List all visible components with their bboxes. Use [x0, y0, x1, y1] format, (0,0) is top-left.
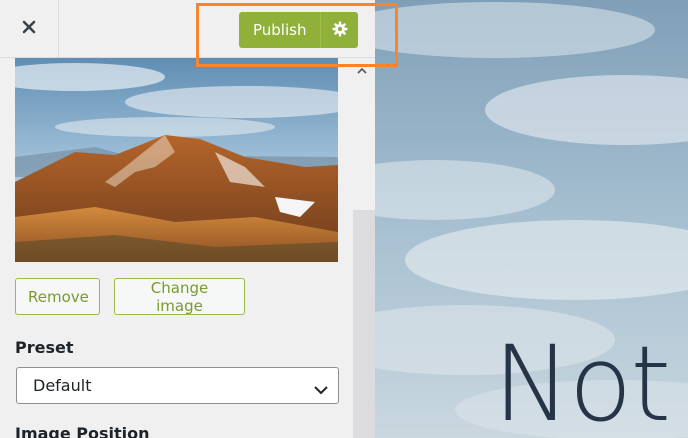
publish-button[interactable]: Publish: [239, 12, 321, 48]
close-icon: [22, 19, 36, 38]
preview-site-title: Not: [493, 323, 671, 438]
panel-scrollbar[interactable]: [353, 210, 375, 438]
close-button[interactable]: [0, 0, 59, 57]
preset-label: Preset: [15, 338, 74, 357]
scroll-up-icon[interactable]: [357, 60, 367, 79]
publish-settings-button[interactable]: [320, 12, 359, 48]
publish-group: Publish: [239, 12, 359, 48]
preset-selected-value: Default: [33, 376, 92, 395]
site-preview[interactable]: Not: [375, 0, 688, 438]
image-position-label: Image Position: [15, 424, 150, 438]
preset-select[interactable]: Default: [16, 367, 339, 404]
chevron-down-icon: [314, 380, 328, 399]
gear-icon: [332, 21, 348, 40]
header-image-thumbnail: [15, 57, 338, 262]
customizer-panel: Remove Change image Preset Default Image…: [0, 0, 375, 438]
remove-image-button[interactable]: Remove: [15, 278, 100, 315]
change-image-button[interactable]: Change image: [114, 278, 245, 315]
customizer-header: Publish: [0, 0, 375, 58]
